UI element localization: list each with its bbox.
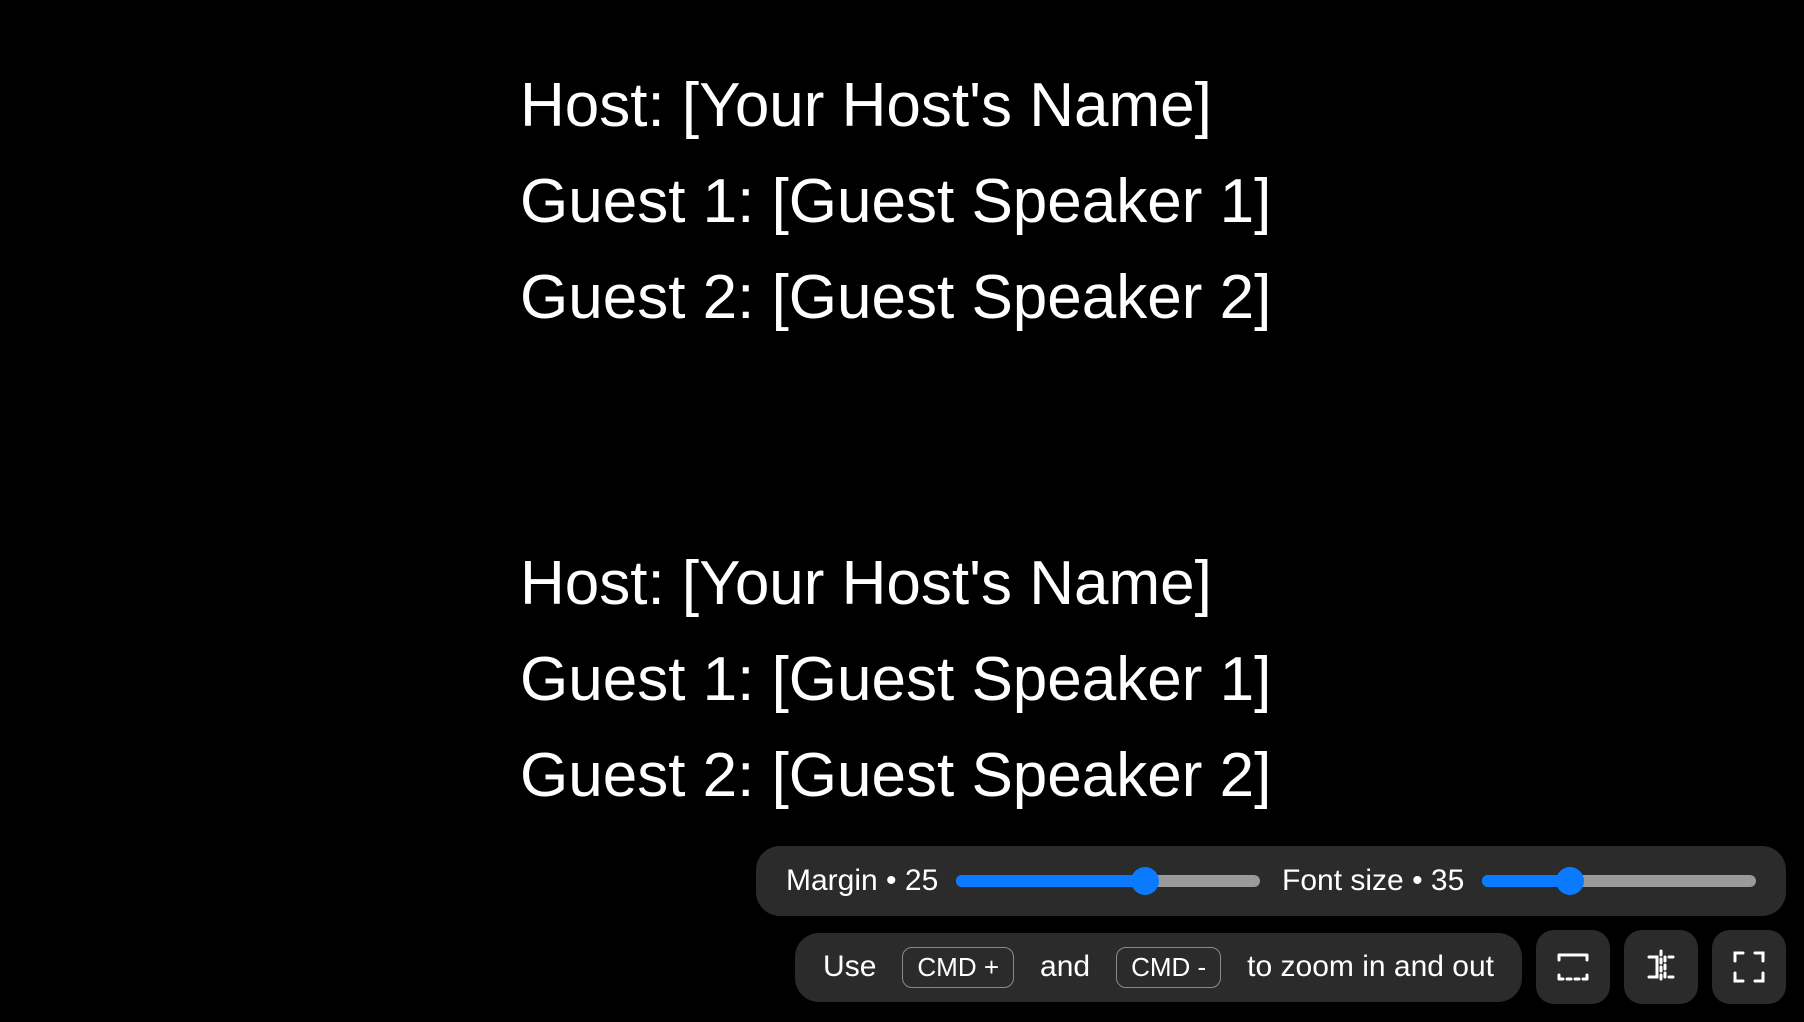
fontsize-value: 35 [1431,864,1464,897]
text-block-2: Host: [Your Host's Name] Guest 1: [Guest… [520,536,1280,824]
margin-label-text: Margin [786,864,878,897]
margin-slider[interactable] [956,875,1260,887]
margin-sep: • [886,864,897,897]
text-block-1: Host: [Your Host's Name] Guest 1: [Guest… [520,58,1280,346]
margin-control: Margin • 25 [786,864,1260,898]
hint-prefix: Use [823,950,876,984]
kbd-zoom-in: CMD + [902,947,1014,988]
fullscreen-icon [1731,949,1767,985]
bottom-row: Use CMD + and CMD - to zoom in and out [795,930,1786,1004]
hint-mid: and [1040,950,1090,984]
margin-label: Margin • 25 [786,864,938,898]
zoom-hint-panel: Use CMD + and CMD - to zoom in and out [795,933,1522,1002]
fontsize-slider-thumb[interactable] [1556,867,1584,895]
mirror-icon [1641,947,1681,987]
margin-value: 25 [905,864,938,897]
fontsize-control: Font size • 35 [1282,864,1756,898]
layout-width-button[interactable] [1536,930,1610,1004]
fullscreen-button[interactable] [1712,930,1786,1004]
mirror-button[interactable] [1624,930,1698,1004]
fontsize-slider[interactable] [1482,875,1756,887]
fontsize-label-text: Font size [1282,864,1404,897]
fontsize-label: Font size • 35 [1282,864,1464,898]
kbd-zoom-out: CMD - [1116,947,1221,988]
sliders-panel: Margin • 25 Font size • 35 [756,846,1786,916]
margin-slider-fill [956,875,1144,887]
margin-slider-thumb[interactable] [1131,867,1159,895]
layout-width-icon [1553,947,1593,987]
hint-suffix: to zoom in and out [1247,950,1494,984]
fontsize-sep: • [1412,864,1423,897]
controls-container: Margin • 25 Font size • 35 Use CMD + [756,846,1786,1004]
teleprompter-content: Host: [Your Host's Name] Guest 1: [Guest… [520,58,1280,825]
